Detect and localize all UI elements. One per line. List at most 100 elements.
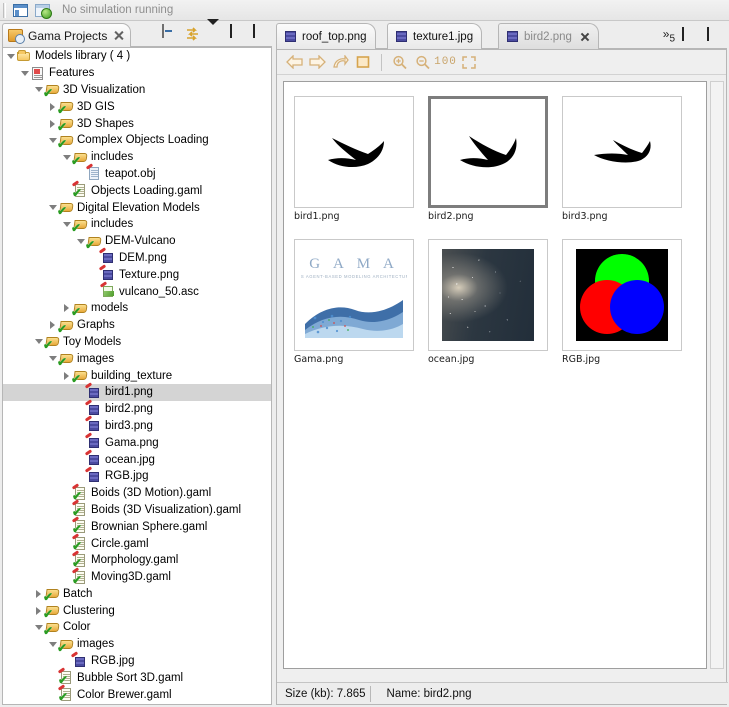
back-arrow-icon[interactable] [283, 52, 306, 72]
gaml-file-icon [58, 687, 74, 702]
minimize-icon[interactable] [230, 24, 246, 40]
tree-item[interactable]: 3D GIS [3, 98, 271, 115]
tree-twisty[interactable] [5, 48, 16, 64]
stop-square-icon[interactable] [352, 52, 375, 72]
tree-item[interactable]: bird3.png [3, 418, 271, 435]
tree-item[interactable]: teapot.obj [3, 166, 271, 183]
thumbnail-image[interactable] [562, 96, 682, 208]
tree-item[interactable]: ocean.jpg [3, 451, 271, 468]
run-simulation-icon[interactable] [32, 1, 53, 20]
tree-item[interactable]: Models library ( 4 ) [3, 48, 271, 65]
thumbnail-item[interactable]: RGB.jpg [562, 239, 682, 365]
tree-item[interactable]: Bubble Sort 3D.gaml [3, 669, 271, 686]
editor-tab[interactable]: roof_top.png [276, 23, 376, 49]
tree-item[interactable]: 3D Shapes [3, 115, 271, 132]
tree-item-label: Color [63, 621, 91, 634]
tree-item[interactable]: Moving3D.gaml [3, 569, 271, 586]
tree-item[interactable]: models [3, 300, 271, 317]
thumbnail-image[interactable] [294, 96, 414, 208]
maximize-icon[interactable] [707, 27, 723, 43]
close-icon[interactable] [580, 32, 590, 42]
close-icon[interactable] [113, 30, 124, 41]
thumbnail-image[interactable] [428, 239, 548, 351]
thumbnail-item[interactable]: bird3.png [562, 96, 682, 222]
forward-arrow-icon[interactable] [306, 52, 329, 72]
folder-validated-icon [58, 637, 74, 652]
bird-silhouette-icon [328, 138, 384, 168]
tab-overflow-indicator[interactable]: »5 [663, 27, 675, 44]
tree-twisty [61, 536, 72, 552]
tree-item[interactable]: Clustering [3, 602, 271, 619]
tree-item-label: RGB.jpg [105, 470, 149, 483]
tree-item[interactable]: Boids (3D Visualization).gaml [3, 502, 271, 519]
maximize-icon[interactable] [253, 24, 269, 40]
tree-item[interactable]: DEM-Vulcano [3, 233, 271, 250]
thumbnail-canvas[interactable]: bird1.png bird2.png bird3.png G A M A GIS AG… [283, 81, 707, 669]
tree-item-label: 3D GIS [77, 100, 115, 113]
thumbnail-item[interactable]: bird2.png [428, 96, 548, 222]
thumbnail-item[interactable]: ocean.jpg [428, 239, 548, 365]
tree-item[interactable]: bird1.png [3, 383, 271, 401]
tree-item[interactable]: includes [3, 216, 271, 233]
thumbnail-image[interactable]: G A M A GIS AGENT-BASED MODELING ARCHITEC… [294, 239, 414, 351]
tree-twisty [61, 485, 72, 501]
thumbnail-image[interactable] [562, 239, 682, 351]
tree-item[interactable]: RGB.jpg [3, 468, 271, 485]
editor-tab[interactable]: texture1.jpg [387, 23, 483, 49]
thumbnail-image[interactable] [428, 96, 548, 208]
obj-file-icon [86, 166, 102, 181]
tree-item-label: includes [91, 151, 134, 164]
tree-item[interactable]: images [3, 636, 271, 653]
tree-item[interactable]: Gama.png [3, 434, 271, 451]
status-separator [369, 685, 371, 702]
folder-validated-icon [58, 133, 74, 148]
tree-item[interactable]: Toy Models [3, 334, 271, 351]
minimize-icon[interactable] [682, 27, 698, 43]
thumbnail-item[interactable]: G A M A GIS AGENT-BASED MODELING ARCHITEC… [294, 239, 414, 365]
collapse-all-icon[interactable] [162, 24, 178, 40]
tree-item-label: Brownian Sphere.gaml [91, 520, 208, 533]
tree-item[interactable]: building_texture [3, 367, 271, 384]
tree-item[interactable]: Morphology.gaml [3, 552, 271, 569]
tree-item[interactable]: Features [3, 65, 271, 82]
status-size: Size (kb): 7.865 [285, 687, 366, 700]
tree-item[interactable]: images [3, 350, 271, 367]
link-with-editor-icon[interactable] [185, 26, 200, 41]
tree-item[interactable]: DEM.png [3, 250, 271, 267]
tab-gama-projects[interactable]: Gama Projects [2, 23, 132, 47]
zoom-in-icon[interactable] [388, 52, 411, 72]
project-tree[interactable]: Models library ( 4 ) Features 3D Visualiza… [2, 47, 272, 705]
toolbar-grip[interactable] [3, 2, 6, 18]
tree-item[interactable]: Texture.png [3, 266, 271, 283]
perspective-icon[interactable] [10, 1, 31, 20]
tree-item[interactable]: Color [3, 619, 271, 636]
view-menu-icon[interactable] [207, 19, 223, 40]
tree-item[interactable]: Circle.gaml [3, 535, 271, 552]
zoom-100-label[interactable]: 100 [434, 52, 457, 72]
tree-item[interactable]: Batch [3, 586, 271, 603]
folder-validated-icon [58, 200, 74, 215]
thumbnail-item[interactable]: bird1.png [294, 96, 414, 222]
tree-item[interactable]: includes [3, 149, 271, 166]
tree-item[interactable]: Color Brewer.gaml [3, 686, 271, 703]
editor-tab[interactable]: bird2.png [498, 23, 599, 49]
tree-item[interactable]: RGB.jpg [3, 653, 271, 670]
tree-item[interactable]: vulcano_50.asc [3, 283, 271, 300]
explorer-tab-label: Gama Projects [28, 28, 108, 43]
tree-twisty[interactable] [19, 65, 30, 81]
fit-to-window-icon[interactable] [457, 52, 480, 72]
tree-item[interactable]: 3D Visualization [3, 82, 271, 99]
tab-overflow-count: 5 [669, 33, 675, 45]
tree-item[interactable]: Brownian Sphere.gaml [3, 518, 271, 535]
tree-item[interactable]: Digital Elevation Models [3, 199, 271, 216]
canvas-vertical-scrollbar[interactable] [710, 81, 724, 669]
tree-item[interactable]: Graphs [3, 317, 271, 334]
refresh-arrow-icon[interactable] [329, 52, 352, 72]
gama-ide-window: No simulation running Gama Projects Mode… [0, 0, 729, 707]
gaml-file-icon [72, 570, 88, 585]
tree-item[interactable]: Boids (3D Motion).gaml [3, 485, 271, 502]
tree-item[interactable]: Objects Loading.gaml [3, 182, 271, 199]
tree-item[interactable]: bird2.png [3, 401, 271, 418]
zoom-out-icon[interactable] [411, 52, 434, 72]
tree-item[interactable]: Complex Objects Loading [3, 132, 271, 149]
